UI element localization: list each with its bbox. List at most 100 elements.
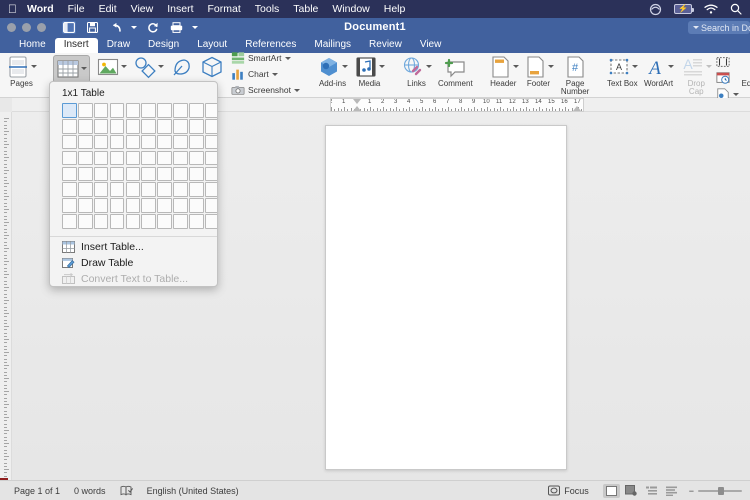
tab-insert[interactable]: Insert bbox=[55, 38, 98, 53]
menu-draw-table[interactable]: Draw Table bbox=[50, 255, 217, 271]
text-box-button[interactable]: A Text Box bbox=[604, 53, 640, 88]
table-grid-cell[interactable] bbox=[110, 119, 125, 134]
menu-item-format[interactable]: Format bbox=[208, 3, 241, 15]
tab-view[interactable]: View bbox=[411, 38, 451, 53]
drop-cap-caret-icon[interactable] bbox=[706, 65, 712, 68]
draft-view-button[interactable] bbox=[663, 484, 680, 498]
table-grid-cell[interactable] bbox=[141, 119, 156, 134]
table-grid-cell[interactable] bbox=[189, 167, 204, 182]
table-grid-cell[interactable] bbox=[62, 135, 77, 150]
media-caret-icon[interactable] bbox=[379, 65, 385, 68]
table-grid-cell[interactable] bbox=[78, 119, 93, 134]
zoom-out-button[interactable]: − bbox=[689, 486, 694, 496]
tab-draw[interactable]: Draw bbox=[98, 38, 139, 53]
table-grid-cell[interactable] bbox=[173, 198, 188, 213]
zoom-button[interactable] bbox=[37, 23, 46, 32]
table-grid-cell[interactable] bbox=[173, 214, 188, 229]
table-grid-cell[interactable] bbox=[189, 198, 204, 213]
table-grid-cell[interactable] bbox=[110, 103, 125, 118]
table-grid-cell[interactable] bbox=[78, 182, 93, 197]
table-grid-cell[interactable] bbox=[157, 198, 172, 213]
screenshot-button[interactable]: Screenshot bbox=[231, 83, 300, 97]
table-grid-cell[interactable] bbox=[110, 182, 125, 197]
comment-button[interactable]: Comment bbox=[435, 53, 476, 88]
table-grid-cell[interactable] bbox=[189, 103, 204, 118]
table-grid-cell[interactable] bbox=[189, 119, 204, 134]
page-info[interactable]: Page 1 of 1 bbox=[14, 486, 60, 496]
table-grid-cell[interactable] bbox=[189, 214, 204, 229]
table-grid-cell[interactable] bbox=[205, 151, 218, 166]
wordart-caret-icon[interactable] bbox=[668, 65, 674, 68]
table-grid-cell[interactable] bbox=[78, 103, 93, 118]
table-grid-cell[interactable] bbox=[94, 151, 109, 166]
right-indent-marker[interactable] bbox=[573, 106, 581, 111]
table-grid-cell[interactable] bbox=[189, 135, 204, 150]
save-icon[interactable] bbox=[85, 21, 99, 34]
document-page[interactable] bbox=[325, 125, 567, 470]
table-grid-cell[interactable] bbox=[78, 198, 93, 213]
table-grid-cell[interactable] bbox=[126, 182, 141, 197]
table-grid-cell[interactable] bbox=[141, 151, 156, 166]
table-grid-cell[interactable] bbox=[78, 151, 93, 166]
table-grid-cell[interactable] bbox=[189, 151, 204, 166]
text-box-caret-icon[interactable] bbox=[632, 65, 638, 68]
links-caret-icon[interactable] bbox=[426, 65, 432, 68]
table-grid-cell[interactable] bbox=[157, 182, 172, 197]
table-grid-cell[interactable] bbox=[126, 167, 141, 182]
web-layout-view-button[interactable] bbox=[623, 484, 640, 498]
table-grid-cell[interactable] bbox=[205, 214, 218, 229]
sidebar-toggle-icon[interactable] bbox=[62, 21, 76, 34]
table-grid-cell[interactable] bbox=[94, 214, 109, 229]
table-grid-cell[interactable] bbox=[78, 135, 93, 150]
models3d-button[interactable] bbox=[197, 53, 227, 80]
table-grid-cell[interactable] bbox=[205, 182, 218, 197]
field-button[interactable] bbox=[716, 55, 739, 69]
tab-home[interactable]: Home bbox=[10, 38, 55, 53]
pictures-caret-icon[interactable] bbox=[121, 65, 127, 68]
header-caret-icon[interactable] bbox=[513, 65, 519, 68]
table-grid-cell[interactable] bbox=[157, 214, 172, 229]
table-grid-cell[interactable] bbox=[110, 135, 125, 150]
table-grid-cell[interactable] bbox=[126, 103, 141, 118]
menu-item-view[interactable]: View bbox=[131, 3, 154, 15]
battery-charging-icon[interactable]: ⚡ bbox=[674, 4, 692, 14]
table-grid-cell[interactable] bbox=[157, 103, 172, 118]
footer-caret-icon[interactable] bbox=[548, 65, 554, 68]
table-grid-cell[interactable] bbox=[205, 103, 218, 118]
close-button[interactable] bbox=[7, 23, 16, 32]
equation-button[interactable]: π Equation bbox=[739, 53, 750, 88]
word-count[interactable]: 0 words bbox=[74, 486, 106, 496]
shapes-button[interactable] bbox=[130, 53, 167, 80]
spotlight-search-icon[interactable] bbox=[730, 3, 742, 15]
customize-toolbar-icon[interactable] bbox=[192, 26, 198, 29]
object-caret-icon[interactable] bbox=[733, 93, 739, 96]
print-layout-view-button[interactable] bbox=[603, 484, 620, 498]
menu-item-file[interactable]: File bbox=[68, 3, 85, 15]
undo-icon[interactable] bbox=[108, 21, 122, 34]
menu-item-window[interactable]: Window bbox=[332, 3, 369, 15]
table-grid-cell[interactable] bbox=[62, 182, 77, 197]
outline-view-button[interactable] bbox=[643, 484, 660, 498]
table-grid-cell[interactable] bbox=[205, 119, 218, 134]
table-grid-cell[interactable] bbox=[62, 167, 77, 182]
pages-button[interactable]: Pages bbox=[3, 53, 40, 88]
table-grid-cell[interactable] bbox=[94, 198, 109, 213]
table-grid-cell[interactable] bbox=[110, 214, 125, 229]
table-grid-cell[interactable] bbox=[157, 119, 172, 134]
pictures-button[interactable] bbox=[93, 53, 130, 80]
footer-button[interactable]: Footer bbox=[521, 53, 556, 88]
table-grid-cell[interactable] bbox=[205, 167, 218, 182]
language-label[interactable]: English (United States) bbox=[147, 486, 239, 496]
search-scope-caret-icon[interactable] bbox=[693, 26, 699, 29]
screenshot-caret-icon[interactable] bbox=[294, 89, 300, 92]
table-grid-cell[interactable] bbox=[94, 135, 109, 150]
do-not-disturb-icon[interactable] bbox=[649, 3, 662, 16]
add-ins-caret-icon[interactable] bbox=[342, 65, 348, 68]
table-grid-cell[interactable] bbox=[173, 119, 188, 134]
left-indent-marker[interactable] bbox=[353, 106, 361, 111]
menu-item-word[interactable]: Word bbox=[27, 3, 54, 15]
table-grid-cell[interactable] bbox=[173, 182, 188, 197]
date-time-button[interactable] bbox=[716, 71, 739, 85]
menu-item-table[interactable]: Table bbox=[293, 3, 318, 15]
links-button[interactable]: Links bbox=[398, 53, 435, 88]
